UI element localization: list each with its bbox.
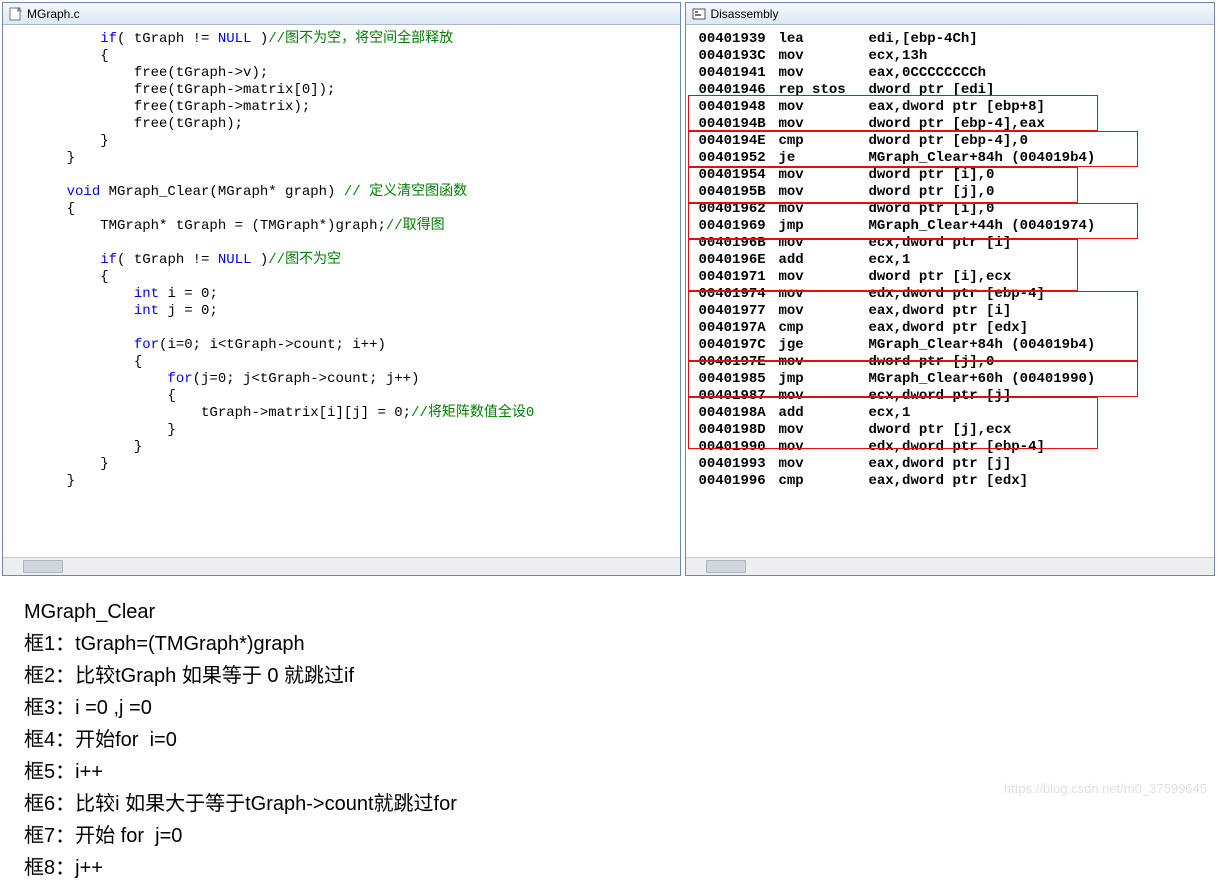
asm-line[interactable]: 00401977moveax,dword ptr [i] — [698, 303, 1210, 320]
note-line: 框2：比较tGraph 如果等于 0 就跳过if — [24, 660, 1217, 692]
code-line: for(j=0; j<tGraph->count; j++) — [33, 371, 676, 388]
asm-line[interactable]: 00401996cmpeax,dword ptr [edx] — [698, 473, 1210, 490]
note-line: 框7：开始 for j=0 — [24, 820, 1217, 852]
asm-line[interactable]: 00401985jmpMGraph_Clear+60h (00401990) — [698, 371, 1210, 388]
asm-line[interactable]: 00401974movedx,dword ptr [ebp-4] — [698, 286, 1210, 303]
code-line: { — [33, 354, 676, 371]
asm-line[interactable]: 00401971movdword ptr [i],ecx — [698, 269, 1210, 286]
code-line: int j = 0; — [33, 303, 676, 320]
code-line: for(i=0; i<tGraph->count; i++) — [33, 337, 676, 354]
code-line: int i = 0; — [33, 286, 676, 303]
asm-line[interactable]: 00401954movdword ptr [i],0 — [698, 167, 1210, 184]
asm-line[interactable]: 00401941moveax,0CCCCCCCCh — [698, 65, 1210, 82]
note-line: 框8：j++ — [24, 852, 1217, 884]
source-titlebar[interactable]: MGraph.c — [3, 3, 680, 25]
asm-line[interactable]: 00401952jeMGraph_Clear+84h (004019b4) — [698, 150, 1210, 167]
disasm-title: Disassembly — [710, 7, 778, 21]
code-line: } — [33, 150, 676, 167]
scrollbar-thumb[interactable] — [706, 560, 746, 573]
asm-line[interactable]: 0040195Bmovdword ptr [j],0 — [698, 184, 1210, 201]
disassembly-pane: Disassembly 00401939leaedi,[ebp-4Ch]0040… — [685, 2, 1215, 576]
code-line: free(tGraph->matrix[0]); — [33, 82, 676, 99]
source-title: MGraph.c — [27, 7, 80, 21]
asm-line[interactable]: 00401962movdword ptr [i],0 — [698, 201, 1210, 218]
asm-line[interactable]: 00401946rep stosdword ptr [edi] — [698, 82, 1210, 99]
notes-section: MGraph_Clear 框1：tGraph=(TMGraph*)graph框2… — [0, 578, 1217, 884]
asm-line[interactable]: 0040197Acmpeax,dword ptr [edx] — [698, 320, 1210, 337]
code-line: tGraph->matrix[i][j] = 0;//将矩阵数值全设0 — [33, 405, 676, 422]
code-line: { — [33, 269, 676, 286]
code-line: free(tGraph->matrix); — [33, 99, 676, 116]
code-line — [33, 167, 676, 184]
code-line: void MGraph_Clear(MGraph* graph) // 定义清空… — [33, 184, 676, 201]
note-line: 框3：i =0 ,j =0 — [24, 692, 1217, 724]
asm-line[interactable]: 0040197Emovdword ptr [j],0 — [698, 354, 1210, 371]
code-line: } — [33, 439, 676, 456]
source-code-pane: MGraph.c if( tGraph != NULL )//图不为空，将空间全… — [2, 2, 681, 576]
asm-line[interactable]: 00401993moveax,dword ptr [j] — [698, 456, 1210, 473]
disassembly-area[interactable]: 00401939leaedi,[ebp-4Ch]0040193Cmovecx,1… — [686, 25, 1214, 494]
code-line: TMGraph* tGraph = (TMGraph*)graph;//取得图 — [33, 218, 676, 235]
code-line — [33, 235, 676, 252]
code-line: } — [33, 133, 676, 150]
code-line: } — [33, 473, 676, 490]
source-code-area[interactable]: if( tGraph != NULL )//图不为空，将空间全部释放 { fre… — [3, 25, 680, 557]
scrollbar-thumb[interactable] — [23, 560, 63, 573]
note-line: 框1：tGraph=(TMGraph*)graph — [24, 628, 1217, 660]
asm-line[interactable]: 0040196Eaddecx,1 — [698, 252, 1210, 269]
asm-line[interactable]: 00401990movedx,dword ptr [ebp-4] — [698, 439, 1210, 456]
code-line: } — [33, 422, 676, 439]
disasm-h-scrollbar[interactable] — [686, 557, 1214, 575]
c-file-icon — [9, 7, 23, 21]
asm-line[interactable]: 0040193Cmovecx,13h — [698, 48, 1210, 65]
asm-line[interactable]: 0040194Ecmpdword ptr [ebp-4],0 — [698, 133, 1210, 150]
code-line: { — [33, 201, 676, 218]
code-line: if( tGraph != NULL )//图不为空，将空间全部释放 — [33, 31, 676, 48]
code-line: free(tGraph->v); — [33, 65, 676, 82]
asm-line[interactable]: 0040198Dmovdword ptr [j],ecx — [698, 422, 1210, 439]
code-line: { — [33, 388, 676, 405]
asm-line[interactable]: 00401939leaedi,[ebp-4Ch] — [698, 31, 1210, 48]
asm-line[interactable]: 00401969jmpMGraph_Clear+44h (00401974) — [698, 218, 1210, 235]
code-line: { — [33, 48, 676, 65]
asm-line[interactable]: 0040198Aaddecx,1 — [698, 405, 1210, 422]
disasm-icon — [692, 7, 706, 21]
asm-line[interactable]: 0040197CjgeMGraph_Clear+84h (004019b4) — [698, 337, 1210, 354]
disasm-titlebar[interactable]: Disassembly — [686, 3, 1214, 25]
asm-line[interactable]: 00401987movecx,dword ptr [j] — [698, 388, 1210, 405]
watermark: https://blog.csdn.net/m0_37599645 — [1004, 781, 1207, 796]
notes-heading: MGraph_Clear — [24, 596, 1217, 628]
asm-line[interactable]: 0040196Bmovecx,dword ptr [i] — [698, 235, 1210, 252]
code-line: if( tGraph != NULL )//图不为空 — [33, 252, 676, 269]
note-line: 框4：开始for i=0 — [24, 724, 1217, 756]
src-h-scrollbar[interactable] — [3, 557, 680, 575]
asm-line[interactable]: 0040194Bmovdword ptr [ebp-4],eax — [698, 116, 1210, 133]
code-line: free(tGraph); — [33, 116, 676, 133]
code-line: } — [33, 456, 676, 473]
asm-line[interactable]: 00401948moveax,dword ptr [ebp+8] — [698, 99, 1210, 116]
code-line — [33, 320, 676, 337]
